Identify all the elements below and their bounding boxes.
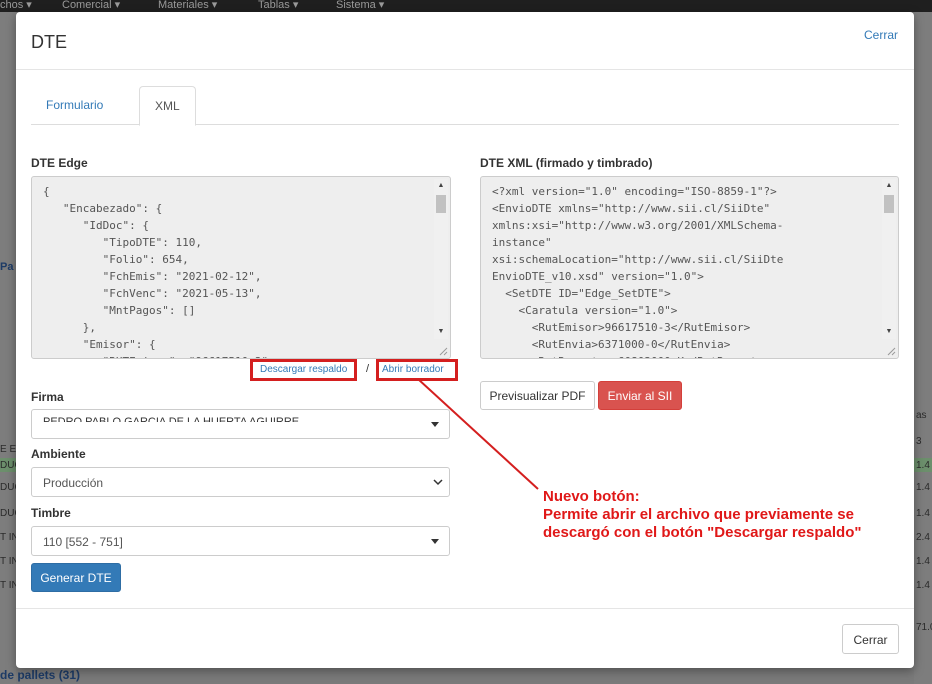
annotation-line-2: Permite abrir el archivo que previamente… <box>543 506 854 523</box>
annotation-line-1: Nuevo botón: <box>543 488 640 505</box>
annotation-arrow <box>417 378 539 490</box>
annotation-text: Nuevo botón: Permite abrir el archivo qu… <box>543 488 861 542</box>
annotation-line-3: descargó con el botón "Descargar respald… <box>543 524 862 541</box>
